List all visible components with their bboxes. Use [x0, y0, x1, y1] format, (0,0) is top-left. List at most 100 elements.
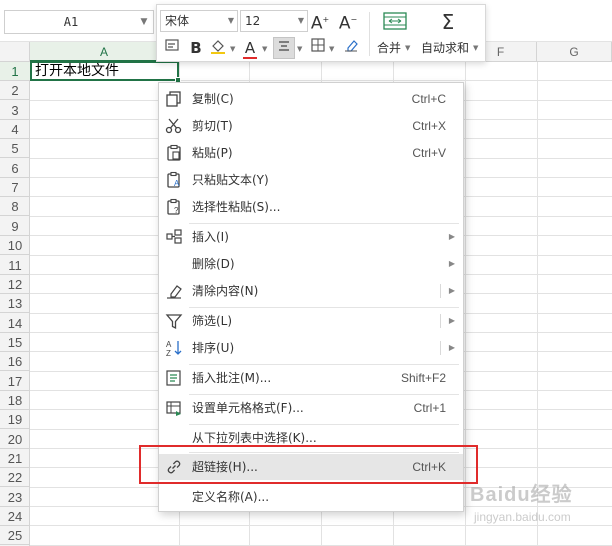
paste-special-icon: ? — [165, 198, 183, 216]
row-header-15[interactable]: 15 — [0, 333, 30, 352]
row-header-13[interactable]: 13 — [0, 294, 30, 314]
font-name-value: 宋体 — [165, 14, 190, 28]
row-header-9[interactable]: 9 — [0, 217, 30, 236]
menu-item-label: 插入批注(M)... — [192, 371, 272, 385]
menu-item-label: 设置单元格格式(F)... — [192, 401, 304, 415]
sigma-icon[interactable]: Σ — [437, 11, 459, 33]
borders-icon[interactable] — [307, 37, 329, 59]
menu-item-label: 只粘贴文本(Y) — [192, 173, 269, 187]
row-header-3[interactable]: 3 — [0, 101, 30, 120]
eraser-icon[interactable] — [340, 37, 362, 59]
select-all-corner[interactable] — [0, 42, 30, 62]
row-header-17[interactable]: 17 — [0, 372, 30, 391]
menu-item-copy[interactable]: 复制(C) Ctrl+C — [159, 86, 463, 112]
chevron-down-icon[interactable]: ▼ — [262, 45, 267, 53]
chevron-down-icon[interactable]: ▼ — [230, 45, 235, 53]
autosum-label[interactable]: 自动求和 — [421, 39, 469, 56]
row-header-1[interactable]: 1 — [0, 62, 30, 81]
submenu-divider — [440, 341, 441, 355]
row-header-5[interactable]: 5 — [0, 139, 30, 159]
cell-a1-value: 打开本地文件 — [35, 63, 119, 79]
copy-icon — [165, 90, 183, 108]
menu-item-paste-text[interactable]: A 只粘贴文本(Y) — [159, 167, 463, 193]
chevron-down-icon[interactable]: ▼ — [329, 45, 334, 53]
watermark-logo-text: Baidu经验 — [470, 484, 573, 506]
chevron-down-icon[interactable]: ▼ — [297, 45, 302, 53]
row-header-20[interactable]: 20 — [0, 430, 30, 449]
row-header-25[interactable]: 25 — [0, 526, 30, 546]
font-size-select[interactable]: 12 ▼ — [240, 10, 308, 32]
wrap-text-icon[interactable] — [161, 37, 183, 59]
increase-font-icon[interactable]: A+ — [309, 9, 331, 34]
name-box[interactable]: A1 ▼ — [4, 10, 154, 34]
font-color-icon[interactable]: A — [239, 37, 261, 59]
row-header-16[interactable]: 16 — [0, 352, 30, 372]
decrease-font-icon[interactable]: A− — [337, 9, 359, 34]
submenu-divider — [440, 314, 441, 328]
row-header-23[interactable]: 23 — [0, 488, 30, 507]
menu-item-paste[interactable]: 粘贴(P) Ctrl+V — [159, 140, 463, 166]
chevron-right-icon: ▶ — [448, 259, 455, 268]
menu-item-clear-contents[interactable]: 清除内容(N) ▶ — [159, 278, 463, 304]
chevron-down-icon[interactable]: ▼ — [228, 11, 234, 31]
align-center-icon[interactable] — [273, 37, 295, 59]
menu-item-shortcut: Ctrl+V — [412, 146, 446, 160]
menu-item-shortcut: Shift+F2 — [400, 371, 446, 385]
paste-icon — [165, 144, 183, 162]
menu-item-insert-comment[interactable]: 插入批注(M)... Shift+F2 — [159, 365, 463, 391]
watermark: Baidu经验 jingyan.baidu.com — [468, 474, 608, 538]
column-header-g[interactable]: G — [537, 42, 612, 62]
chevron-right-icon: ▶ — [448, 232, 455, 241]
chevron-right-icon[interactable]: ▶ — [449, 278, 455, 304]
paste-text-icon: A — [165, 171, 183, 189]
menu-item-label: 清除内容(N) — [192, 284, 259, 298]
scissors-icon — [165, 117, 183, 135]
row-header-7[interactable]: 7 — [0, 178, 30, 198]
menu-item-paste-special[interactable]: ? 选择性粘贴(S)... — [159, 194, 463, 220]
submenu-divider — [440, 284, 441, 298]
menu-item-insert[interactable]: 插入(I) ▶ — [159, 224, 463, 250]
chevron-down-icon[interactable]: ▼ — [139, 14, 149, 30]
row-header-2[interactable]: 2 — [0, 81, 30, 101]
chevron-right-icon[interactable]: ▶ — [449, 335, 455, 361]
menu-item-label: 复制(C) — [192, 92, 234, 106]
watermark-url: jingyan.baidu.com — [474, 510, 571, 524]
chevron-down-icon[interactable]: ▼ — [298, 11, 304, 31]
row-header-14[interactable]: 14 — [0, 314, 30, 333]
chevron-right-icon[interactable]: ▶ — [449, 308, 455, 334]
row-header-18[interactable]: 18 — [0, 391, 30, 410]
menu-item-shortcut: Ctrl+C — [411, 92, 446, 106]
mini-toolbar: 宋体 ▼ 12 ▼ A+ A− B ▼ A ▼ ▼ ▼ 合并 ▼ Σ 自动求和 … — [156, 4, 486, 62]
row-header-8[interactable]: 8 — [0, 197, 30, 217]
fill-color-icon[interactable] — [207, 37, 229, 59]
merge-cells-icon[interactable] — [381, 11, 409, 33]
menu-item-label: 筛选(L) — [192, 314, 233, 328]
chevron-down-icon[interactable]: ▼ — [473, 44, 478, 52]
menu-item-cut[interactable]: 剪切(T) Ctrl+X — [159, 113, 463, 139]
row-header-19[interactable]: 19 — [0, 410, 30, 430]
active-cell-a1[interactable]: 打开本地文件 — [30, 61, 181, 83]
row-header-4[interactable]: 4 — [0, 120, 30, 140]
svg-text:A: A — [166, 340, 172, 349]
menu-item-format-cells[interactable]: 设置单元格格式(F)... Ctrl+1 — [159, 395, 463, 421]
highlight-box — [139, 445, 478, 484]
menu-item-define-name[interactable]: 定义名称(A)... — [159, 484, 463, 510]
menu-item-label: 定义名称(A)... — [192, 490, 270, 504]
menu-item-label: 删除(D) — [192, 257, 235, 271]
menu-item-label: 排序(U) — [192, 341, 235, 355]
chevron-down-icon[interactable]: ▼ — [405, 44, 410, 52]
font-name-select[interactable]: 宋体 ▼ — [160, 10, 238, 32]
merge-label[interactable]: 合并 — [377, 39, 401, 56]
row-header-22[interactable]: 22 — [0, 468, 30, 488]
row-header-24[interactable]: 24 — [0, 507, 30, 527]
row-header-21[interactable]: 21 — [0, 449, 30, 468]
row-header-10[interactable]: 10 — [0, 236, 30, 256]
menu-item-delete[interactable]: 删除(D) ▶ — [159, 251, 463, 277]
menu-item-sort[interactable]: AZ 排序(U) ▶ — [159, 335, 463, 361]
row-header-12[interactable]: 12 — [0, 275, 30, 294]
eraser-icon — [165, 282, 183, 300]
menu-item-filter[interactable]: 筛选(L) ▶ — [159, 308, 463, 334]
row-header-11[interactable]: 11 — [0, 256, 30, 275]
bold-icon[interactable]: B — [185, 37, 207, 59]
row-header-6[interactable]: 6 — [0, 159, 30, 178]
